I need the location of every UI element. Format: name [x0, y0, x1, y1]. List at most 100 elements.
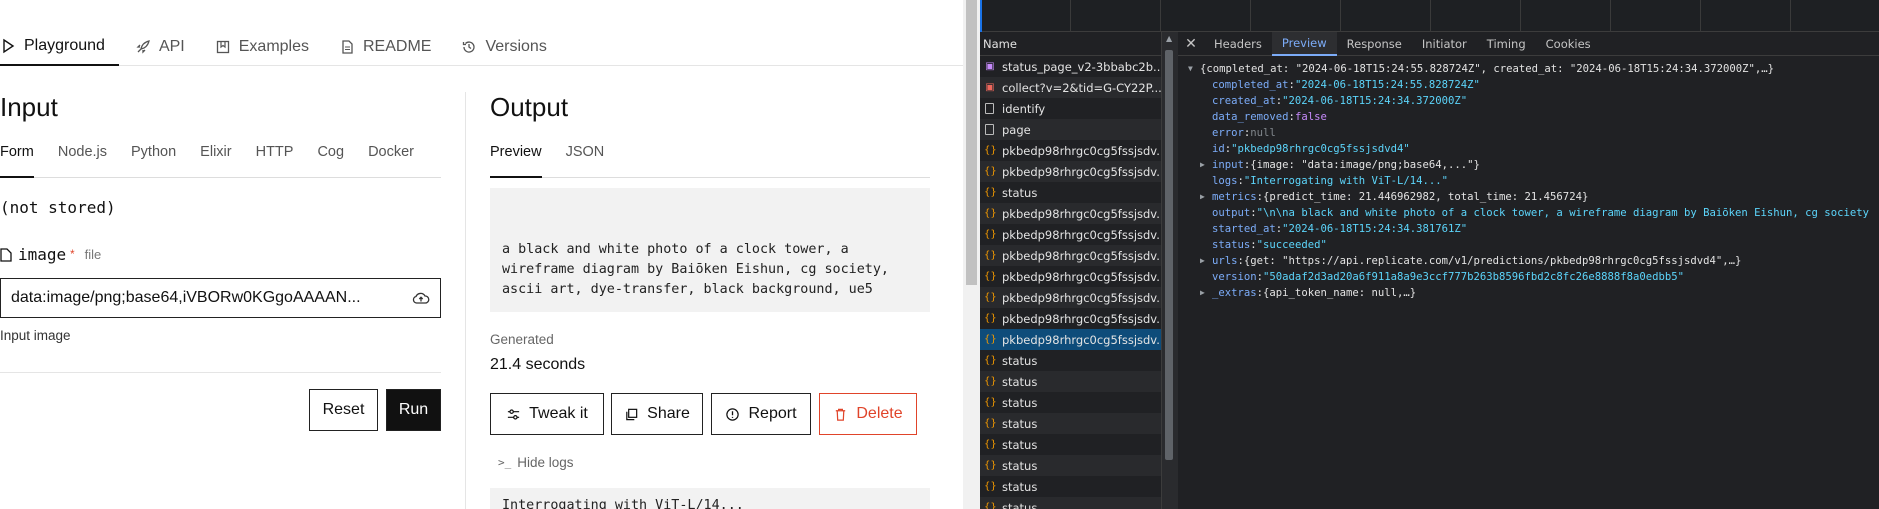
request-name: status — [1002, 416, 1038, 431]
tab-playground[interactable]: Playground — [0, 28, 119, 66]
tab-versions[interactable]: Versions — [461, 28, 560, 66]
collapsed-triangle-icon[interactable]: ▶ — [1200, 253, 1212, 269]
request-row[interactable]: ▣ status_page_v2-3bbabc2b... — [980, 56, 1161, 77]
request-list-scrollbar[interactable]: ▲ — [1162, 32, 1178, 509]
xhr-type-icon: {} — [984, 291, 997, 303]
detail-tab-preview[interactable]: Preview — [1271, 31, 1337, 56]
json-property-logs: logs: "Interrogating with ViT-L/14..." — [1188, 173, 1879, 189]
tab-examples-label: Examples — [238, 38, 309, 55]
request-row[interactable]: {} status — [980, 413, 1161, 434]
input-tab-elixir[interactable]: Elixir — [200, 142, 231, 178]
request-row[interactable]: {} status — [980, 497, 1161, 509]
request-row[interactable]: {} pkbedp98rhrgc0cg5fssjsdv... — [980, 161, 1161, 182]
scroll-up-arrow-icon[interactable]: ▲ — [1166, 34, 1172, 43]
replicate-app: Playground API Examples README Versions … — [0, 0, 963, 509]
detail-tab-response[interactable]: Response — [1337, 32, 1412, 56]
request-row[interactable]: {} status — [980, 455, 1161, 476]
image-input[interactable]: data:image/png;base64,iVBORw0KGgoAAAAN..… — [0, 278, 441, 318]
page-scrollbar-thumb[interactable] — [966, 0, 977, 285]
xhr-type-icon: {} — [984, 249, 997, 261]
xhr-type-icon: {} — [984, 354, 997, 366]
request-row[interactable]: {} pkbedp98rhrgc0cg5fssjsdv... — [980, 224, 1161, 245]
json-value: null — [1250, 127, 1276, 139]
request-name: status — [1002, 500, 1038, 509]
request-row[interactable]: identify — [980, 98, 1161, 119]
reset-button[interactable]: Reset — [309, 389, 378, 431]
tab-readme[interactable]: README — [339, 28, 445, 66]
input-tab-docker[interactable]: Docker — [368, 142, 414, 178]
xhr-type-icon: {} — [984, 186, 997, 198]
tab-readme-label: README — [363, 38, 432, 55]
json-property--extras[interactable]: ▶ _extras: {api_token_name: null,…} — [1188, 285, 1879, 301]
detail-tab-initiator[interactable]: Initiator — [1412, 32, 1477, 56]
request-name: pkbedp98rhrgc0cg5fssjsdv... — [1002, 290, 1161, 305]
input-tab-form[interactable]: Form — [0, 142, 34, 178]
waterfall-gridline — [1160, 0, 1161, 32]
play-icon — [3, 38, 15, 54]
request-row[interactable]: {} pkbedp98rhrgc0cg5fssjsdv... — [980, 203, 1161, 224]
waterfall-gridline — [1340, 0, 1341, 32]
tab-examples[interactable]: Examples — [215, 28, 323, 66]
request-row[interactable]: {} pkbedp98rhrgc0cg5fssjsdv... — [980, 245, 1161, 266]
tab-api[interactable]: API — [135, 28, 199, 66]
request-row[interactable]: {} status — [980, 350, 1161, 371]
request-row[interactable]: {} pkbedp98rhrgc0cg5fssjsdv... — [980, 329, 1161, 350]
collapsed-triangle-icon[interactable]: ▶ — [1200, 285, 1212, 301]
hide-logs-toggle[interactable]: >_ Hide logs — [498, 455, 574, 470]
page-scrollbar[interactable] — [963, 0, 980, 509]
json-property-urls[interactable]: ▶ urls: {get: "https://api.replicate.com/… — [1188, 253, 1879, 269]
request-row[interactable]: {} pkbedp98rhrgc0cg5fssjsdv... — [980, 140, 1161, 161]
waterfall-overview[interactable] — [980, 0, 1879, 32]
output-format-tabs: Preview JSON — [490, 142, 930, 178]
close-icon[interactable]: ✕ — [1178, 36, 1204, 52]
input-tab-http[interactable]: HTTP — [256, 142, 294, 178]
tweak-button[interactable]: Tweak it — [490, 393, 604, 435]
json-key: input — [1212, 159, 1244, 171]
expanded-triangle-icon[interactable]: ▼ — [1188, 61, 1200, 77]
request-name: pkbedp98rhrgc0cg5fssjsdv... — [1002, 227, 1161, 242]
request-row[interactable]: ▣ collect?v=2&tid=G-CY22P... — [980, 77, 1161, 98]
json-property-metrics[interactable]: ▶ metrics: {predict_time: 21.446962982, t… — [1188, 189, 1879, 205]
request-list: Name ▣ status_page_v2-3bbabc2b... ▣ collect… — [980, 32, 1162, 509]
upload-cloud-icon[interactable] — [412, 291, 430, 305]
output-tab-preview[interactable]: Preview — [490, 142, 542, 178]
bookmark-icon — [216, 40, 229, 54]
run-button[interactable]: Run — [386, 389, 441, 431]
request-row[interactable]: {} status — [980, 182, 1161, 203]
request-list-scrollbar-thumb[interactable] — [1165, 50, 1173, 460]
request-row[interactable]: {} status — [980, 476, 1161, 497]
delete-button[interactable]: Delete — [819, 393, 917, 435]
json-property-version: version: "50adaf2d3ad20a6f911a8a9e3ccf77… — [1188, 269, 1879, 285]
request-row[interactable]: {} pkbedp98rhrgc0cg5fssjsdv... — [980, 287, 1161, 308]
top-nav-tabs: Playground API Examples README Versions — [0, 28, 963, 66]
request-row[interactable]: {} pkbedp98rhrgc0cg5fssjsdv... — [980, 266, 1161, 287]
request-list-header[interactable]: Name — [980, 32, 1161, 56]
request-row[interactable]: {} status — [980, 371, 1161, 392]
copy-icon — [626, 408, 638, 420]
json-summary-text: {completed_at: "2024-06-18T15:24:55.8287… — [1200, 63, 1775, 75]
detail-tab-headers[interactable]: Headers — [1204, 32, 1272, 56]
request-name: status — [1002, 437, 1038, 452]
input-tab-cog[interactable]: Cog — [317, 142, 344, 178]
input-tab-nodejs[interactable]: Node.js — [58, 142, 107, 178]
request-row[interactable]: page — [980, 119, 1161, 140]
output-tab-json[interactable]: JSON — [566, 142, 605, 178]
collapsed-triangle-icon[interactable]: ▶ — [1200, 157, 1212, 173]
input-tab-python[interactable]: Python — [131, 142, 176, 178]
json-root-summary[interactable]: ▼ {completed_at: "2024-06-18T15:24:55.82… — [1188, 61, 1879, 77]
json-property-output: output: "\n\na black and white photo of … — [1188, 205, 1879, 221]
detail-tab-timing[interactable]: Timing — [1477, 32, 1536, 56]
collapsed-triangle-icon[interactable]: ▶ — [1200, 189, 1212, 205]
alert-circle-icon — [726, 407, 740, 421]
history-icon — [463, 41, 476, 53]
request-row[interactable]: {} status — [980, 392, 1161, 413]
tab-playground-label: Playground — [24, 37, 105, 54]
detail-tab-cookies[interactable]: Cookies — [1536, 32, 1601, 56]
request-row[interactable]: {} status — [980, 434, 1161, 455]
share-button[interactable]: Share — [611, 393, 703, 435]
waterfall-gridline — [1520, 0, 1521, 32]
json-property-input[interactable]: ▶ input: {image: "data:image/png;base64,.… — [1188, 157, 1879, 173]
request-name: status_page_v2-3bbabc2b... — [1002, 59, 1161, 74]
report-button[interactable]: Report — [711, 393, 811, 435]
request-row[interactable]: {} pkbedp98rhrgc0cg5fssjsdv... — [980, 308, 1161, 329]
